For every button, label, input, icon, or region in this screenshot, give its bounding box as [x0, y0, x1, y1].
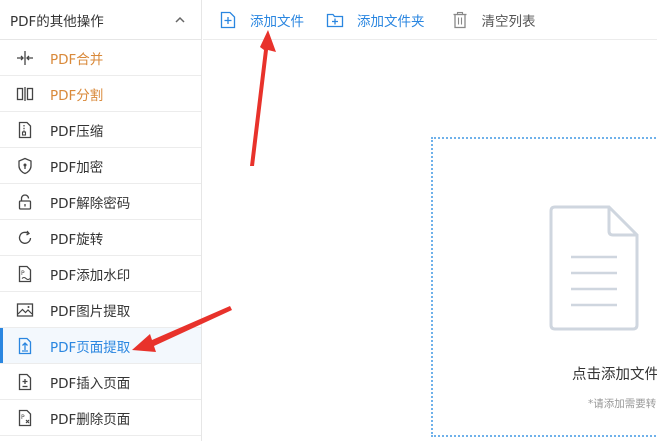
sidebar-item-page-insert[interactable]: PDF插入页面: [0, 364, 201, 400]
chevron-up-icon: [175, 16, 185, 23]
sidebar-item-label: PDF分割: [50, 87, 104, 104]
sidebar: PDF的其他操作 PDF合并 PDF分割 PDF压缩 PDF加密 PDF解除密码…: [0, 0, 202, 441]
sidebar-item-compress[interactable]: PDF压缩: [0, 112, 201, 148]
sidebar-item-watermark[interactable]: P PDF添加水印: [0, 256, 201, 292]
rotate-icon: [16, 229, 34, 247]
sidebar-item-merge[interactable]: PDF合并: [0, 40, 201, 76]
arrow-to-add-file: [250, 30, 276, 166]
lock-icon: [16, 193, 34, 211]
svg-text:P: P: [21, 414, 25, 421]
sidebar-item-label: PDF添加水印: [50, 267, 131, 284]
image-icon: [16, 301, 34, 319]
sidebar-item-page-extract[interactable]: PDF页面提取: [0, 328, 201, 364]
add-file-label: 添加文件: [250, 13, 304, 30]
sidebar-item-rotate[interactable]: PDF旋转: [0, 220, 201, 256]
add-folder-button[interactable]: 添加文件夹: [326, 0, 425, 40]
sidebar-item-label: PDF压缩: [50, 123, 104, 140]
add-folder-label: 添加文件夹: [357, 13, 425, 30]
sidebar-item-split[interactable]: PDF分割: [0, 76, 201, 112]
file-drop-zone[interactable]: 点击添加文件 *请添加需要转: [431, 137, 657, 437]
sidebar-item-encrypt[interactable]: PDF加密: [0, 148, 201, 184]
sidebar-item-image-extract[interactable]: PDF图片提取: [0, 292, 201, 328]
watermark-icon: P: [16, 265, 34, 283]
sidebar-item-label: PDF删除页面: [50, 411, 131, 428]
sidebar-item-label: PDF解除密码: [50, 195, 131, 212]
sidebar-item-label: PDF旋转: [50, 231, 104, 248]
split-icon: [16, 85, 34, 103]
drop-zone-title: 点击添加文件: [572, 367, 657, 383]
app-window: PDF的其他操作 PDF合并 PDF分割 PDF压缩 PDF加密 PDF解除密码…: [0, 0, 657, 441]
page-extract-icon: [16, 337, 34, 355]
clear-list-label: 清空列表: [481, 13, 536, 30]
merge-icon: [16, 49, 34, 67]
sidebar-item-label: PDF加密: [50, 159, 104, 176]
page-delete-icon: P: [16, 409, 34, 427]
add-file-icon: [219, 11, 237, 29]
sidebar-header[interactable]: PDF的其他操作: [0, 0, 201, 40]
svg-text:P: P: [21, 270, 25, 277]
shield-icon: [16, 157, 34, 175]
add-file-button[interactable]: 添加文件: [219, 0, 304, 40]
sidebar-item-label: PDF插入页面: [50, 375, 131, 392]
sidebar-item-label: PDF合并: [50, 51, 104, 68]
page-insert-icon: [16, 373, 34, 391]
toolbar: 添加文件 添加文件夹 清空列表: [203, 0, 657, 40]
sidebar-item-decrypt[interactable]: PDF解除密码: [0, 184, 201, 220]
document-icon: [549, 205, 639, 331]
clear-list-button[interactable]: 清空列表: [451, 0, 536, 40]
trash-icon: [451, 11, 469, 29]
sidebar-item-label: PDF图片提取: [50, 303, 131, 320]
sidebar-item-page-delete[interactable]: P PDF删除页面: [0, 400, 201, 436]
add-folder-icon: [326, 11, 344, 29]
compress-icon: [16, 121, 34, 139]
sidebar-title: PDF的其他操作: [10, 13, 104, 30]
sidebar-item-label: PDF页面提取: [50, 339, 131, 356]
drop-zone-subtitle: *请添加需要转: [588, 398, 657, 410]
